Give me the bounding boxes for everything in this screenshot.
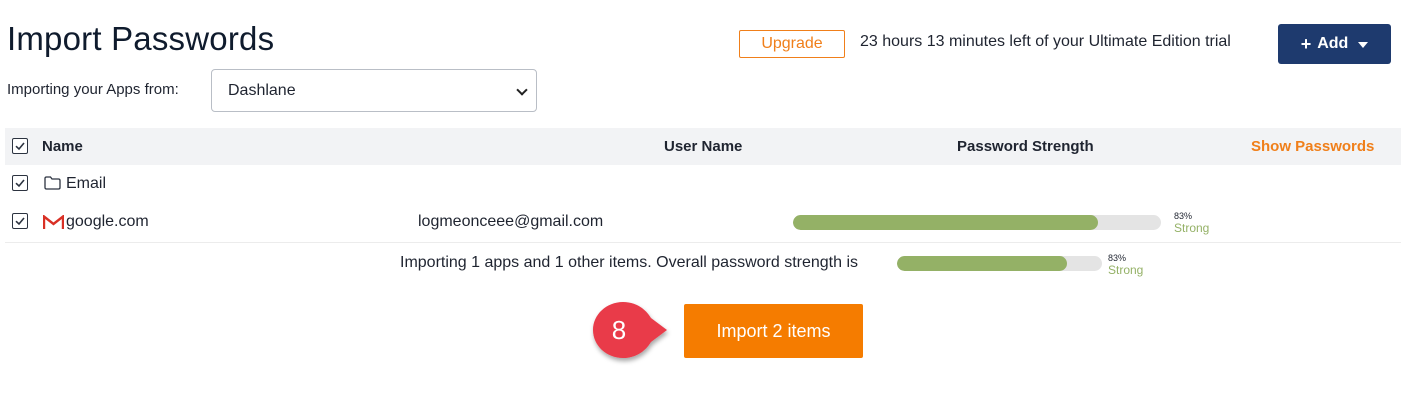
plus-icon: +: [1300, 34, 1312, 54]
overall-strength-percent: 83%: [1108, 253, 1127, 263]
add-button-label: Add: [1317, 35, 1349, 52]
app-username: logmeonceee@gmail.com: [418, 213, 604, 230]
overall-strength-label: Strong: [1108, 263, 1144, 277]
import-source-value: Dashlane: [228, 81, 296, 99]
add-button[interactable]: + Add: [1278, 24, 1391, 64]
folder-checkbox[interactable]: [12, 175, 28, 191]
import-button[interactable]: Import 2 items: [684, 304, 863, 358]
import-source-label: Importing your Apps from:: [7, 81, 179, 98]
overall-strength-bar: [897, 256, 1102, 271]
step-callout-badge: 8: [587, 298, 677, 373]
page-title: Import Passwords: [7, 20, 275, 57]
import-source-select[interactable]: Dashlane: [211, 69, 537, 112]
overall-strength-fill: [897, 256, 1068, 271]
trial-status-text: 23 hours 13 minutes left of your Ultimat…: [860, 33, 1231, 50]
row-divider: [5, 242, 1401, 243]
import-summary-text: Importing 1 apps and 1 other items. Over…: [400, 254, 858, 271]
step-number: 8: [611, 314, 627, 345]
checkmark-icon: [15, 142, 25, 151]
show-passwords-link[interactable]: Show Passwords: [1251, 138, 1374, 155]
folder-label: Email: [66, 175, 107, 192]
checkmark-icon: [15, 217, 25, 226]
row-strength-bar: [793, 215, 1161, 230]
chevron-down-icon: [516, 84, 528, 96]
folder-icon: [44, 176, 61, 195]
row-strength-label: Strong: [1174, 221, 1210, 235]
upgrade-button[interactable]: Upgrade: [739, 30, 845, 58]
column-header-name[interactable]: Name: [42, 138, 83, 155]
app-site-name: google.com: [66, 213, 149, 230]
column-header-username[interactable]: User Name: [664, 138, 742, 155]
select-all-checkbox[interactable]: [12, 138, 28, 154]
row-checkbox[interactable]: [12, 213, 28, 229]
column-header-strength[interactable]: Password Strength: [957, 138, 1094, 155]
checkmark-icon: [15, 179, 25, 188]
row-strength-fill: [793, 215, 1099, 230]
row-strength-percent: 83%: [1174, 211, 1193, 221]
gmail-icon: [42, 214, 65, 235]
caret-down-icon: [1358, 42, 1369, 48]
